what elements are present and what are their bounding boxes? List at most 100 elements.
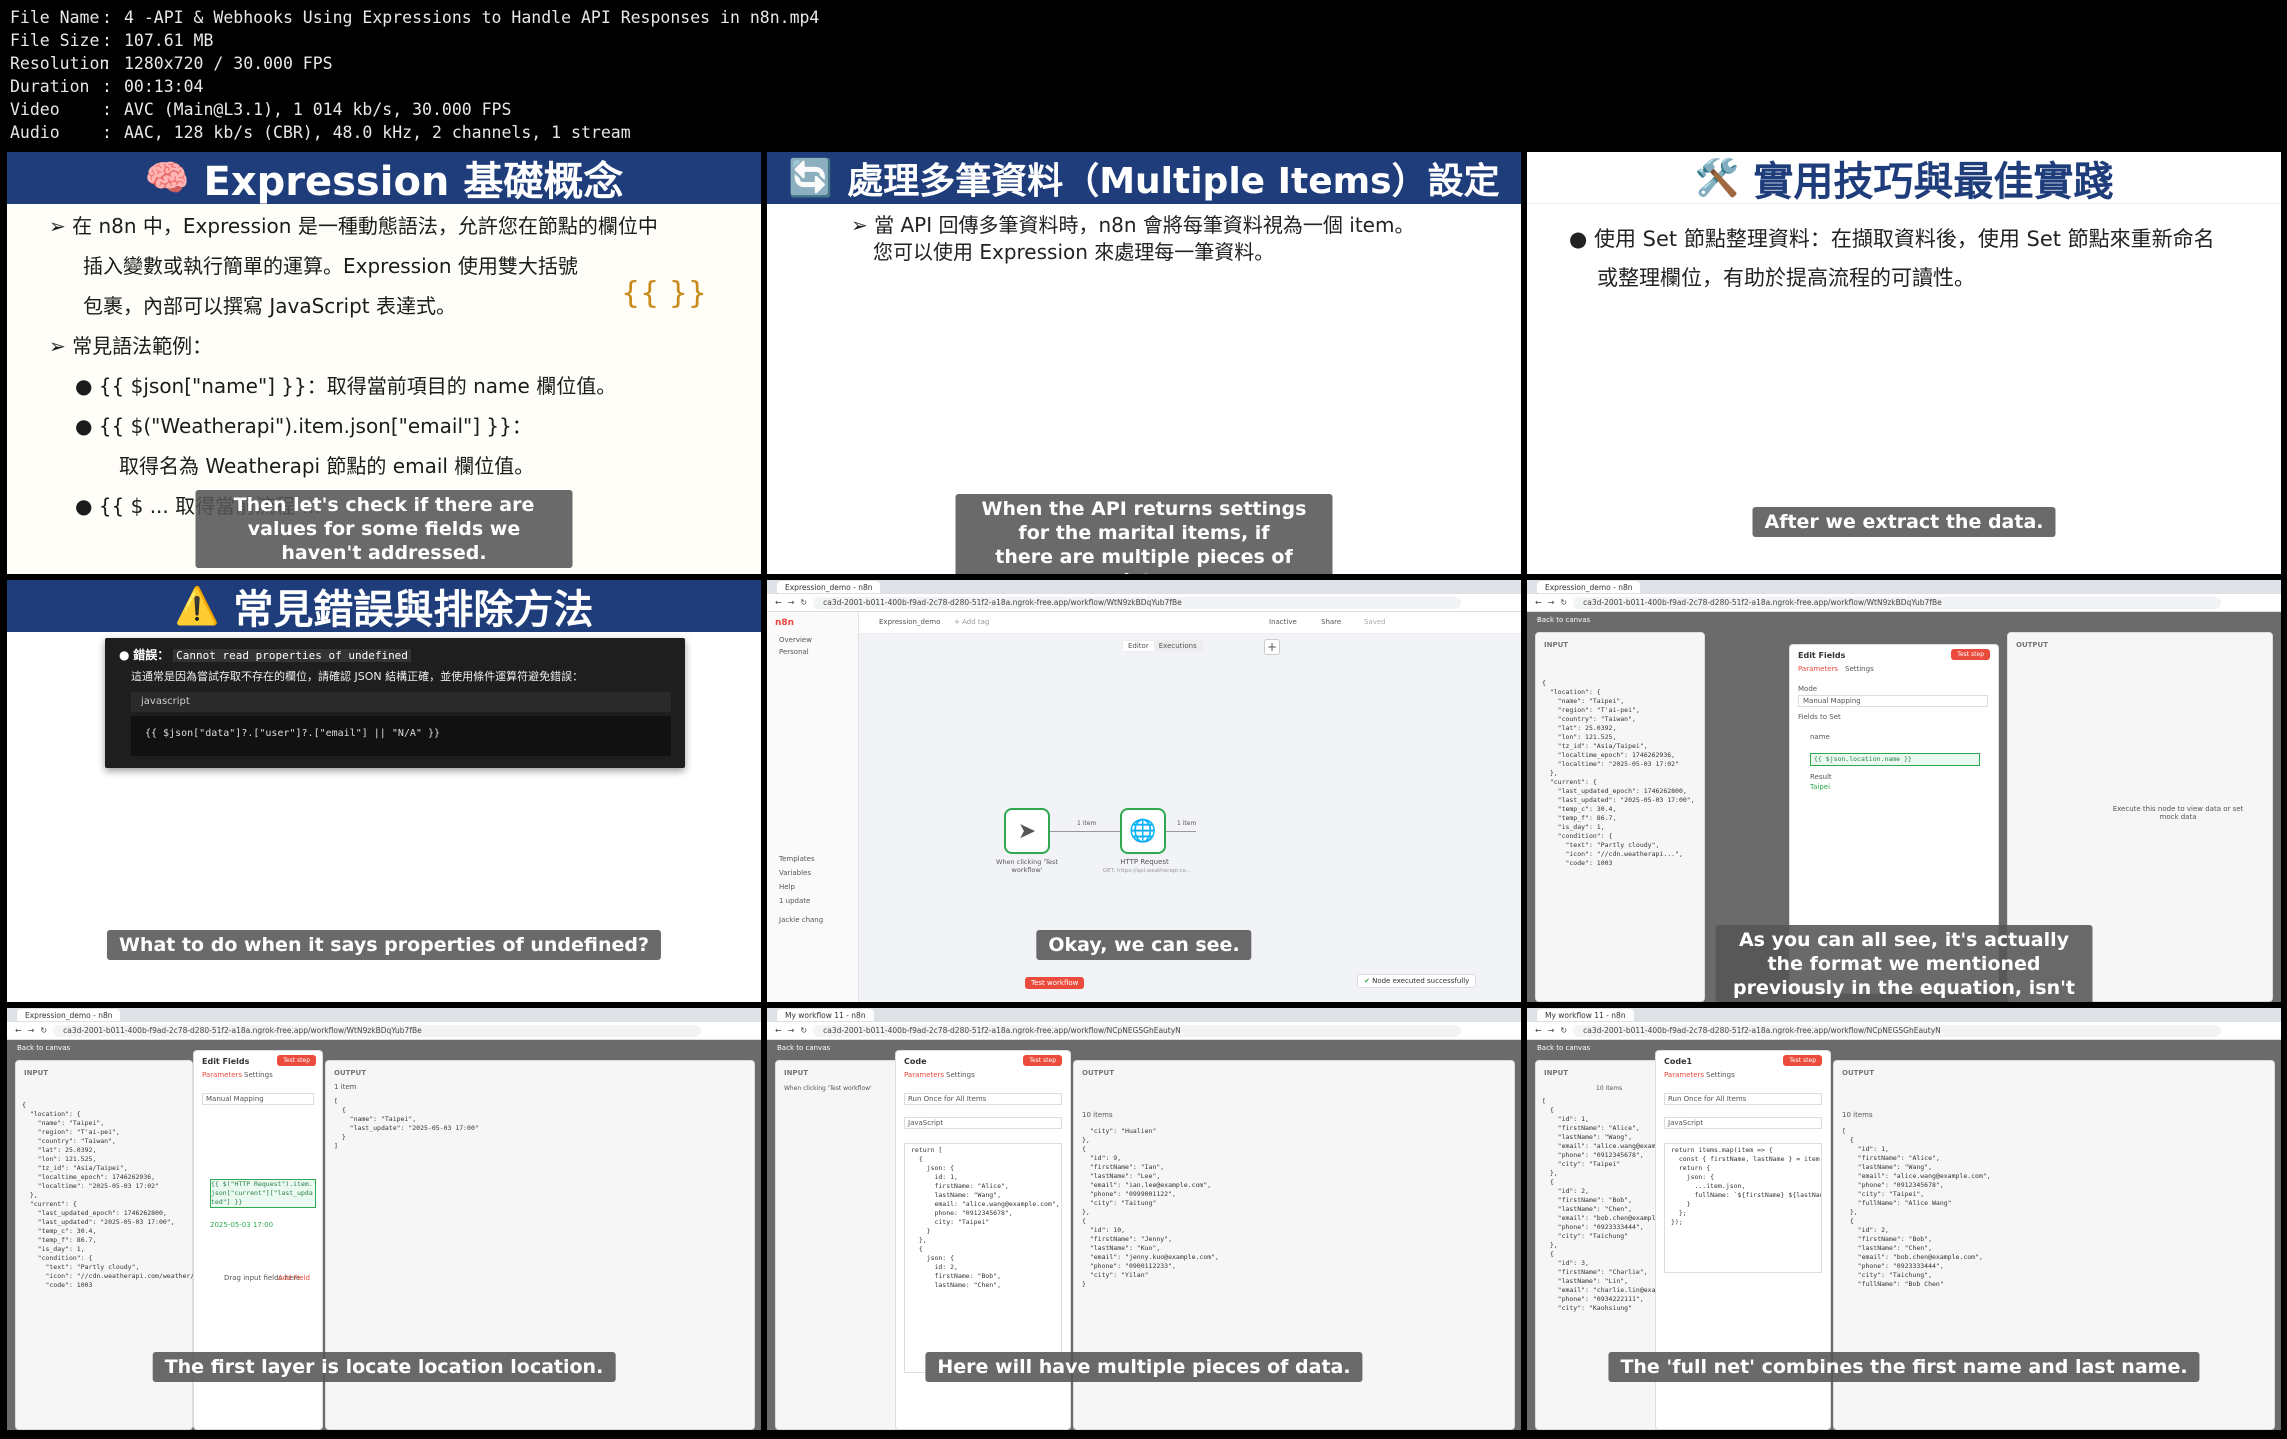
sidebar-item-templates[interactable]: Templates <box>767 852 835 866</box>
file-info-value: 00:13:04 <box>124 77 204 96</box>
forward-icon[interactable]: → <box>1548 1026 1555 1035</box>
tab-bar: Expression_demo - n8n <box>7 1008 761 1022</box>
subtitle-caption: The first layer is locate location locat… <box>152 1352 616 1382</box>
reload-icon[interactable]: ↻ <box>40 1026 47 1035</box>
expression-input[interactable]: {{ $("HTTP Request").item.json["current"… <box>210 1179 316 1208</box>
thumbnail-multiple-items[interactable]: 🔄 處理多筆資料（Multiple Items）設定 ➢ 當 API 回傳多筆資… <box>767 152 1521 574</box>
input-panel: INPUT { "location": { "name": "Taipei", … <box>1535 632 1705 1002</box>
url-input[interactable]: ca3d-2001-b011-400b-f9ad-2c78-d280-51f2-… <box>813 1024 1461 1037</box>
thumbnail-code1-fullname[interactable]: My workflow 11 - n8n ← → ↻ ca3d-2001-b011-4… <box>1527 1008 2281 1430</box>
address-bar: ← → ↻ ca3d-2001-b011-400b-f9ad-2c78-d280-51… <box>1527 594 2281 612</box>
code-editor[interactable]: return items.map(item => { const { first… <box>1664 1143 1822 1273</box>
thumbnail-edit-fields[interactable]: Expression_demo - n8n ← → ↻ ca3d-2001-b011-… <box>1527 580 2281 1002</box>
sidebar-item-personal[interactable]: Personal <box>767 646 858 658</box>
mode-select[interactable]: Manual Mapping <box>202 1093 314 1105</box>
tab-parameters[interactable]: Parameters <box>202 1071 242 1079</box>
tab-settings[interactable]: Settings <box>1845 665 1874 673</box>
url-input[interactable]: ca3d-2001-b011-400b-f9ad-2c78-d280-51f2-… <box>813 596 1461 609</box>
user-name[interactable]: Jackie chang <box>767 908 835 932</box>
http-request-node[interactable]: 🌐 <box>1120 808 1166 854</box>
back-icon[interactable]: ← <box>15 1026 22 1035</box>
warning-icon: ⚠️ <box>174 586 220 627</box>
url-input[interactable]: ca3d-2001-b011-400b-f9ad-2c78-d280-51f2-… <box>1573 596 2221 609</box>
input-node-select[interactable]: When clicking 'Test workflow' <box>784 1085 872 1092</box>
mode-select[interactable]: Manual Mapping <box>1798 695 1988 707</box>
url-input[interactable]: ca3d-2001-b011-400b-f9ad-2c78-d280-51f2-… <box>1573 1024 2221 1037</box>
forward-icon[interactable]: → <box>788 1026 795 1035</box>
add-node-button[interactable]: + <box>1264 639 1280 655</box>
forward-icon[interactable]: → <box>28 1026 35 1035</box>
url-input[interactable]: ca3d-2001-b011-400b-f9ad-2c78-d280-51f2-… <box>53 1024 701 1037</box>
field-name-input[interactable]: name <box>1810 733 1830 741</box>
code-editor[interactable]: return [ { json: { id: 1, firstName: "Al… <box>904 1143 1062 1373</box>
sidebar-item-update[interactable]: 1 update <box>767 894 835 908</box>
subtitle-caption: The 'full net' combines the first name a… <box>1608 1352 2200 1382</box>
back-icon[interactable]: ← <box>775 1026 782 1035</box>
sidebar-item-help[interactable]: Help <box>767 880 835 894</box>
back-icon[interactable]: ← <box>1535 598 1542 607</box>
tab-settings[interactable]: Settings <box>946 1071 975 1079</box>
trigger-node[interactable]: ➤ <box>1004 808 1050 854</box>
tab-settings[interactable]: Settings <box>1706 1071 1735 1079</box>
subtitle-caption: What to do when it says properties of un… <box>106 930 662 960</box>
tab-parameters[interactable]: Parameters <box>904 1071 944 1079</box>
tab-parameters[interactable]: Parameters <box>1798 665 1838 673</box>
add-field-button[interactable]: Add Field <box>278 1274 310 1282</box>
mode-select[interactable]: Run Once for All Items <box>1664 1093 1822 1105</box>
thumbnail-expression-basics[interactable]: 🧠 Expression 基礎概念 ➢ 在 n8n 中，Expression 是… <box>7 152 761 574</box>
input-label: INPUT <box>1544 641 1569 649</box>
browser-tab[interactable]: My workflow 11 - n8n <box>1537 1009 1634 1021</box>
test-step-button[interactable]: Test step <box>1783 1055 1822 1066</box>
thumbnail-workflow-canvas[interactable]: Expression_demo - n8n ← → ↻ ca3d-2001-b011-… <box>767 580 1521 1002</box>
reload-icon[interactable]: ↻ <box>1560 598 1567 607</box>
test-step-button[interactable]: Test step <box>277 1055 316 1066</box>
thumbnail-edit-fields-output[interactable]: Expression_demo - n8n ← → ↻ ca3d-2001-b011-… <box>7 1008 761 1430</box>
subtitle-caption: As you can all see, it's actually the fo… <box>1715 925 2093 1002</box>
sidebar-item-overview[interactable]: Overview <box>767 634 858 646</box>
thumbnail-code-node[interactable]: My workflow 11 - n8n ← → ↻ ca3d-2001-b011-4… <box>767 1008 1521 1430</box>
output-item-count: 10 items <box>1082 1111 1113 1119</box>
back-icon[interactable]: ← <box>775 598 782 607</box>
language-select[interactable]: JavaScript <box>904 1117 1062 1129</box>
forward-icon[interactable]: → <box>788 598 795 607</box>
language-select[interactable]: JavaScript <box>1664 1117 1822 1129</box>
test-workflow-button[interactable]: Test workflow <box>1025 977 1085 989</box>
test-step-button[interactable]: Test step <box>1023 1055 1062 1066</box>
tab-editor[interactable]: Editor <box>1123 641 1154 651</box>
back-to-canvas-link[interactable]: Back to canvas <box>777 1044 830 1052</box>
back-icon[interactable]: ← <box>1535 1026 1542 1035</box>
file-info-row: Resolution:1280x720 / 30.000 FPS <box>10 54 333 73</box>
browser-tab[interactable]: My workflow 11 - n8n <box>777 1009 874 1021</box>
file-info-value: 107.61 MB <box>124 31 214 50</box>
add-tag-link[interactable]: + Add tag <box>954 618 989 626</box>
node-title: Code1 <box>1664 1057 1693 1066</box>
workflow-name[interactable]: Expression_demo <box>879 618 940 626</box>
tab-bar: Expression_demo - n8n <box>1527 580 2281 594</box>
forward-icon[interactable]: → <box>1548 598 1555 607</box>
input-label: INPUT <box>784 1069 809 1077</box>
tab-settings[interactable]: Settings <box>244 1071 273 1079</box>
reload-icon[interactable]: ↻ <box>1560 1026 1567 1035</box>
tab-parameters[interactable]: Parameters <box>1664 1071 1704 1079</box>
thumbnail-best-practices[interactable]: 🛠️ 實用技巧與最佳實踐 ● 使用 Set 節點整理資料：在擷取資料後，使用 S… <box>1527 152 2281 574</box>
mode-select[interactable]: Run Once for All Items <box>904 1093 1062 1105</box>
share-button[interactable]: Share <box>1321 618 1341 626</box>
browser-tab[interactable]: Expression_demo - n8n <box>17 1009 121 1021</box>
reload-icon[interactable]: ↻ <box>800 1026 807 1035</box>
sidebar-item-variables[interactable]: Variables <box>767 866 835 880</box>
thumbnail-common-errors[interactable]: ⚠️ 常見錯誤與排除方法 ● 錯誤： Cannot read propertie… <box>7 580 761 1002</box>
tab-executions[interactable]: Executions <box>1154 641 1202 651</box>
slide-line: ● 使用 Set 節點整理資料：在擷取資料後，使用 Set 節點來重新命名 <box>1569 227 2215 251</box>
back-to-canvas-link[interactable]: Back to canvas <box>17 1044 70 1052</box>
back-to-canvas-link[interactable]: Back to canvas <box>1537 1044 1590 1052</box>
back-to-canvas-link[interactable]: Back to canvas <box>1537 616 1590 624</box>
active-toggle[interactable]: Inactive <box>1269 618 1297 626</box>
test-step-button[interactable]: Test step <box>1951 649 1990 660</box>
file-info-value: 4 -API & Webhooks Using Expressions to H… <box>124 8 820 27</box>
browser-tab[interactable]: Expression_demo - n8n <box>777 581 881 593</box>
browser-tab[interactable]: Expression_demo - n8n <box>1537 581 1641 593</box>
expression-input[interactable]: {{ $json.location.name }} <box>1810 753 1980 766</box>
file-info-key: Video <box>10 100 60 119</box>
reload-icon[interactable]: ↻ <box>800 598 807 607</box>
output-json: [ { "id": 1, "firstName": "Alice", "last… <box>1842 1127 1991 1288</box>
